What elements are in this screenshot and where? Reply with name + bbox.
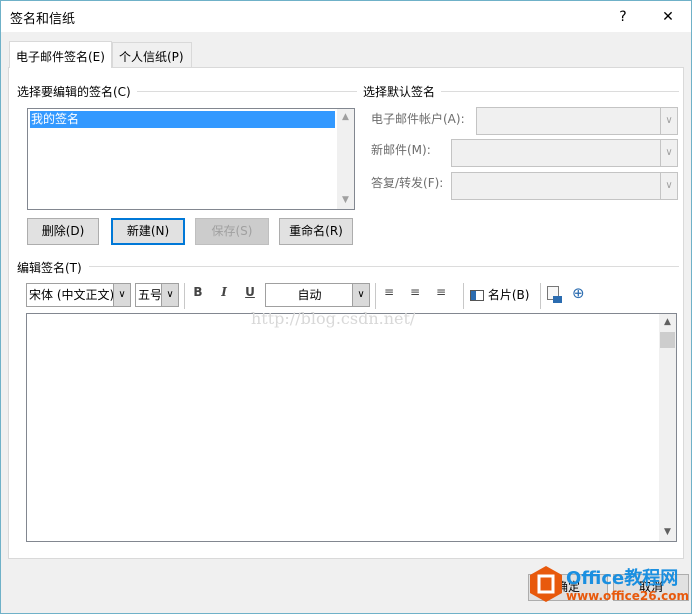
chevron-down-icon: ∨ [352,284,369,306]
font-size-select[interactable]: 五号 ∨ [135,283,179,307]
scroll-thumb[interactable] [660,332,675,348]
list-item[interactable]: 我的签名 [30,111,335,128]
edit-signature-label: 编辑签名(T) [17,259,88,276]
chevron-down-icon: ∨ [113,284,130,306]
font-color-select[interactable]: 自动 ∨ [265,283,370,307]
tab-email-signature[interactable]: 电子邮件签名(E) [9,41,112,68]
align-center-icon[interactable]: ≡ [406,285,424,299]
delete-button[interactable]: 删除(D) [27,218,99,245]
business-card-button[interactable]: 名片(B) [470,286,529,303]
chevron-down-icon: ∨ [660,108,677,134]
watermark-text: http://blog.csdn.net/ [251,309,416,328]
bold-button[interactable]: B [189,285,207,299]
chevron-down-icon: ∨ [660,140,677,166]
new-messages-select[interactable]: ∨ [451,139,678,167]
signature-editor[interactable]: ▲ ▼ [26,313,677,542]
dialog-title: 签名和信纸 [10,12,76,27]
office26-logo: Office教程网 www.office26.com [530,566,689,603]
scroll-up-icon[interactable]: ▲ [659,314,676,331]
default-signature-label: 选择默认签名 [363,83,442,100]
signature-list[interactable]: 我的签名 ▲ ▼ [27,108,355,210]
email-account-select[interactable]: ∨ [476,107,678,135]
reply-forward-select[interactable]: ∨ [451,172,678,200]
title-bar: 签名和信纸 ? ✕ [1,1,691,32]
scroll-down-icon[interactable]: ▼ [659,524,676,541]
font-select[interactable]: 宋体 (中文正文) ∨ [26,283,131,307]
rename-button[interactable]: 重命名(R) [279,218,353,245]
italic-button[interactable]: I [215,285,233,299]
tab-personal-stationery[interactable]: 个人信纸(P) [112,42,192,68]
editor-scrollbar[interactable]: ▲ ▼ [659,314,676,541]
select-signature-label: 选择要编辑的签名(C) [17,83,137,100]
close-button[interactable]: ✕ [653,5,683,29]
chevron-down-icon: ∨ [660,173,677,199]
underline-button[interactable]: U [241,285,259,299]
new-button[interactable]: 新建(N) [111,218,185,245]
signatures-dialog: 签名和信纸 ? ✕ 电子邮件签名(E) 个人信纸(P) 选择要编辑的签名(C) … [0,0,692,614]
insert-picture-icon[interactable] [547,286,562,303]
help-button[interactable]: ? [608,5,638,29]
svg-text:Office教程网: Office教程网 [566,567,678,589]
scroll-up-icon[interactable]: ▲ [337,109,354,126]
business-card-icon [470,290,484,301]
svg-text:www.office26.com: www.office26.com [566,589,689,603]
hyperlink-icon[interactable]: ⊕ [572,284,585,302]
chevron-down-icon: ∨ [161,284,178,306]
email-account-label: 电子邮件帐户(A): [371,112,465,126]
align-right-icon[interactable]: ≡ [432,285,450,299]
new-messages-label: 新邮件(M): [371,143,431,157]
list-scrollbar[interactable]: ▲ ▼ [337,109,354,209]
reply-forward-label: 答复/转发(F): [371,176,444,190]
align-left-icon[interactable]: ≡ [380,285,398,299]
scroll-down-icon[interactable]: ▼ [337,192,354,209]
save-button[interactable]: 保存(S) [195,218,269,245]
